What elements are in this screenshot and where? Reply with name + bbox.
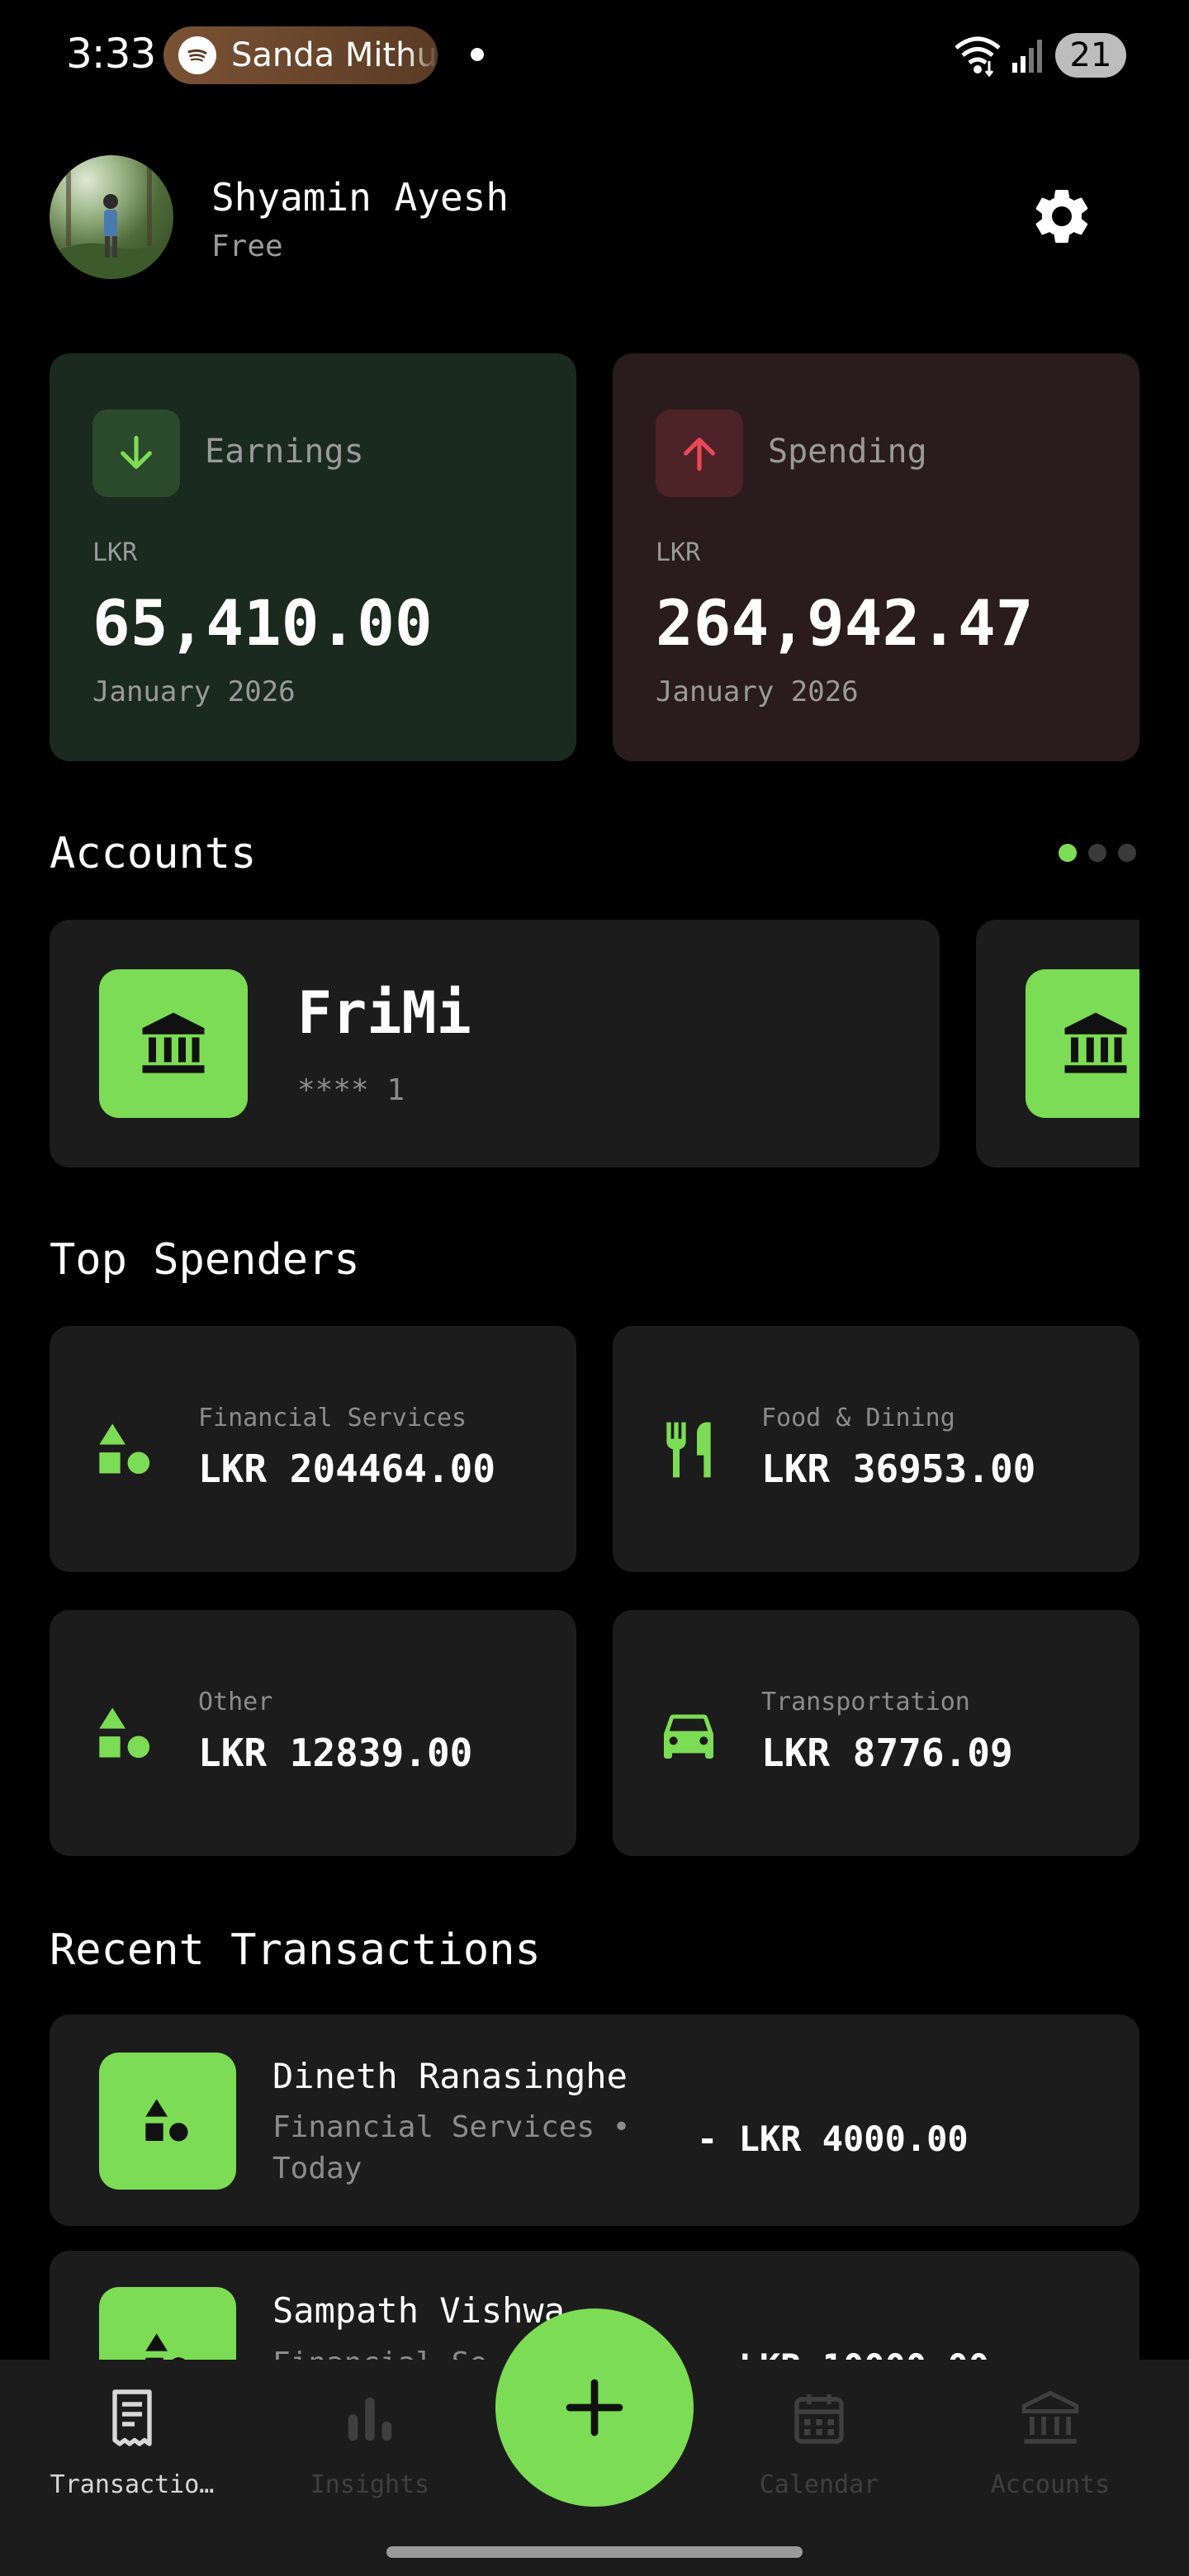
nav-accounts[interactable]: Accounts — [943, 2386, 1158, 2499]
account-name: FriMi — [297, 979, 471, 1047]
bank-icon — [1026, 969, 1139, 1118]
arrow-up-icon — [656, 410, 743, 497]
nav-label: Calendar — [759, 2470, 879, 2499]
spotify-icon — [178, 36, 216, 74]
home-indicator[interactable] — [386, 2546, 803, 2558]
spender-amount: LKR 12839.00 — [198, 1731, 473, 1775]
spender-card[interactable]: Food & Dining LKR 36953.00 — [613, 1326, 1139, 1572]
avatar[interactable] — [50, 155, 173, 279]
transaction-meta: Financial Services • Today — [272, 2110, 631, 2185]
earnings-label: Earnings — [205, 433, 364, 471]
pager-dot — [1088, 844, 1106, 862]
battery-indicator: 21 — [1055, 33, 1126, 78]
nav-label: Transactio… — [50, 2470, 215, 2499]
spending-period: January 2026 — [656, 675, 859, 708]
transaction-name: Dineth Ranasinghe — [272, 2056, 628, 2096]
signal-icon — [1011, 36, 1045, 74]
user-plan: Free — [211, 230, 283, 263]
nav-label: Accounts — [990, 2470, 1111, 2499]
earnings-card[interactable]: Earnings LKR 65,410.00 January 2026 — [50, 353, 576, 761]
spender-amount: LKR 36953.00 — [761, 1447, 1036, 1491]
plus-icon — [566, 2379, 623, 2436]
nav-transactions[interactable]: Transactio… — [25, 2386, 239, 2499]
bank-icon — [1017, 2386, 1083, 2452]
media-pill-text: Sanda Mithu — [231, 36, 438, 74]
calendar-icon — [786, 2386, 852, 2452]
shapes-icon — [92, 1701, 159, 1767]
shapes-icon — [99, 2287, 236, 2360]
bank-icon — [99, 969, 248, 1118]
earnings-currency: LKR — [92, 538, 138, 567]
shapes-icon — [99, 2053, 236, 2190]
spender-amount: LKR 8776.09 — [761, 1731, 1013, 1775]
shapes-icon — [92, 1417, 159, 1483]
account-number: **** 1 — [297, 1073, 405, 1107]
utensils-icon — [656, 1417, 722, 1483]
account-card-next[interactable] — [976, 920, 1139, 1167]
receipt-icon — [99, 2386, 165, 2452]
notification-dot — [471, 48, 484, 61]
transaction-amount: - LKR 4000.00 — [697, 2119, 969, 2159]
earnings-period: January 2026 — [92, 675, 296, 708]
spender-category: Transportation — [761, 1688, 970, 1717]
spender-category: Financial Services — [198, 1404, 467, 1432]
wifi-icon — [953, 33, 1002, 78]
spending-label: Spending — [768, 433, 927, 471]
spender-card[interactable]: Transportation LKR 8776.09 — [613, 1610, 1139, 1856]
spender-card[interactable]: Other LKR 12839.00 — [50, 1610, 576, 1856]
accounts-pager[interactable] — [1059, 844, 1136, 862]
account-card[interactable]: FriMi **** 1 — [50, 920, 940, 1167]
spender-card[interactable]: Financial Services LKR 204464.00 — [50, 1326, 576, 1572]
nav-label: Insights — [310, 2470, 430, 2499]
settings-gear-icon[interactable] — [1029, 183, 1095, 249]
spender-category: Food & Dining — [761, 1404, 955, 1432]
add-transaction-button[interactable] — [495, 2308, 694, 2507]
transaction-row[interactable]: Dineth Ranasinghe Financial Services • T… — [50, 2015, 1139, 2226]
bar-chart-icon — [337, 2386, 403, 2452]
media-pill[interactable]: Sanda Mithu — [163, 26, 438, 84]
transaction-name: Sampath Vishwa — [272, 2290, 566, 2331]
nav-insights[interactable]: Insights — [263, 2386, 477, 2499]
recent-transactions-heading: Recent Transactions — [50, 1925, 541, 1975]
top-spenders-heading: Top Spenders — [50, 1235, 360, 1285]
pager-dot — [1118, 844, 1136, 862]
spending-card[interactable]: Spending LKR 264,942.47 January 2026 — [613, 353, 1139, 761]
spender-amount: LKR 204464.00 — [198, 1447, 496, 1491]
nav-calendar[interactable]: Calendar — [712, 2386, 926, 2499]
status-time: 3:33 — [66, 30, 156, 78]
transaction-amount: - LKR 10000.00 — [697, 2346, 989, 2360]
earnings-amount: 65,410.00 — [92, 586, 433, 660]
pager-dot-active — [1059, 844, 1077, 862]
spending-amount: 264,942.47 — [656, 586, 1034, 660]
user-name: Shyamin Ayesh — [211, 175, 509, 220]
spending-currency: LKR — [656, 538, 701, 567]
spender-category: Other — [198, 1688, 273, 1717]
accounts-heading: Accounts — [50, 829, 257, 878]
car-icon — [656, 1701, 722, 1767]
arrow-down-icon — [92, 410, 180, 497]
